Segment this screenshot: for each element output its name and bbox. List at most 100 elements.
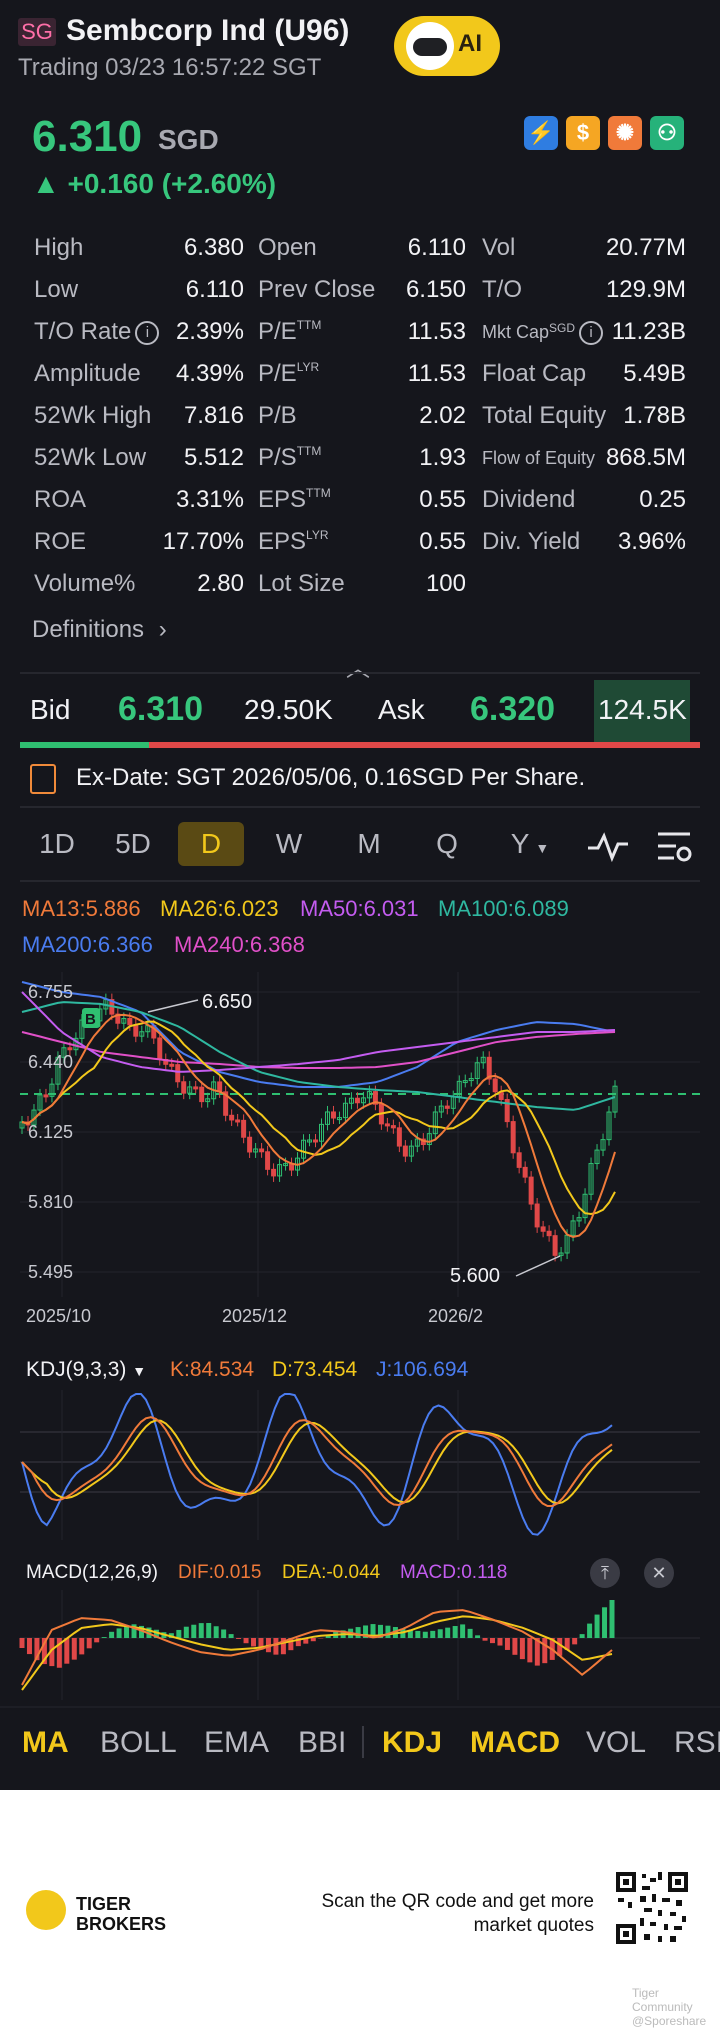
macd-bar xyxy=(243,1638,249,1644)
price-change: ▲ +0.160 (+2.60%) xyxy=(32,168,277,199)
candle-body xyxy=(444,1105,450,1109)
pin-top-icon[interactable]: ⤒ xyxy=(590,1558,620,1588)
stat-label-to-rate[interactable]: T/O Rate i xyxy=(34,318,160,346)
stat-label-ps-ttm: P/STTM xyxy=(258,444,321,472)
candle-body xyxy=(199,1086,205,1103)
candle-body xyxy=(229,1114,235,1121)
indicator-toggle-icon[interactable] xyxy=(586,826,630,871)
stat-value: 1.93 xyxy=(419,444,466,471)
macd-bar xyxy=(542,1638,548,1664)
chevron-right-icon: › xyxy=(158,616,167,643)
qr-code xyxy=(614,1870,690,1946)
ma240-legend: MA240:6.368 xyxy=(174,932,305,957)
candle-body xyxy=(552,1235,558,1256)
ask-price: 6.320 xyxy=(470,690,556,728)
macd-bar xyxy=(527,1638,533,1663)
price-chart[interactable]: 6.755 6.440 6.125 5.810 5.495 2025/10 20… xyxy=(0,972,720,1337)
candle-body xyxy=(265,1151,271,1170)
stat-value: 3.31% xyxy=(175,486,244,513)
stat-value: 17.70% xyxy=(162,528,244,555)
chart-settings-icon[interactable] xyxy=(654,826,694,871)
ma200-legend: MA200:6.366 xyxy=(22,932,153,957)
candle-body xyxy=(43,1094,49,1098)
y-tick: 6.440 xyxy=(28,1052,73,1072)
candle-body xyxy=(522,1166,528,1178)
dividend-chart-icon xyxy=(30,764,56,794)
tab-m[interactable]: M xyxy=(342,822,396,866)
macd-bar xyxy=(437,1629,443,1638)
candle-body xyxy=(330,1111,336,1119)
stat-sup: LYR xyxy=(306,528,329,542)
money-hand-icon[interactable]: ⚇ xyxy=(650,116,684,150)
candle-body xyxy=(390,1125,396,1129)
close-icon[interactable]: ✕ xyxy=(644,1558,674,1588)
macd-bar xyxy=(79,1638,85,1655)
indicator-tab-ema[interactable]: EMA xyxy=(204,1726,269,1760)
market-flag-badge: SG xyxy=(18,18,56,46)
ma50-legend: MA50:6.031 xyxy=(300,896,419,921)
kdj-selector[interactable]: KDJ(9,3,3) ▼ xyxy=(26,1358,146,1382)
ex-date-notice[interactable]: Ex-Date: SGT 2026/05/06, 0.16SGD Per Sha… xyxy=(76,764,585,792)
macd-bar xyxy=(415,1630,421,1638)
ask-label: Ask xyxy=(378,694,425,725)
stat-label: Vol xyxy=(482,234,516,261)
dollar-icon[interactable]: $ xyxy=(566,116,600,150)
trading-status: Trading 03/23 16:57:22 SGT xyxy=(18,54,322,81)
tab-w[interactable]: W xyxy=(262,822,316,866)
candle-body xyxy=(235,1119,241,1123)
macd-bar xyxy=(445,1627,451,1638)
indicator-tab-bbi[interactable]: BBI xyxy=(298,1726,346,1760)
macd-bar xyxy=(452,1626,458,1638)
kdj-chart[interactable] xyxy=(0,1390,720,1545)
kdj-d: D:73.454 xyxy=(272,1358,358,1381)
watermark-handle: @Sporeshare xyxy=(632,2014,707,2028)
tab-y[interactable]: Y ▼ xyxy=(500,822,560,866)
stat-label-mkt-cap[interactable]: Mkt CapSGD i xyxy=(482,321,604,345)
kdj-k: K:84.534 xyxy=(170,1358,255,1381)
macd-bar xyxy=(176,1629,182,1638)
indicator-tab-vol[interactable]: VOL xyxy=(586,1726,646,1760)
macd-bar xyxy=(273,1638,279,1655)
info-icon[interactable]: i xyxy=(135,320,160,345)
definitions-link[interactable]: Definitions › xyxy=(32,616,167,644)
divider xyxy=(20,880,700,882)
level2-icon[interactable]: ⚡ xyxy=(524,116,558,150)
indicator-tab-kdj[interactable]: KDJ xyxy=(382,1726,442,1760)
indicator-tab-macd[interactable]: MACD xyxy=(470,1726,560,1760)
candle-body xyxy=(384,1123,390,1127)
tab-q[interactable]: Q xyxy=(420,822,474,866)
indicator-tab-ma[interactable]: MA xyxy=(22,1726,69,1760)
candle-body xyxy=(271,1168,277,1177)
stat-label: Flow of Equity xyxy=(482,448,596,468)
stat-value: 4.39% xyxy=(175,360,244,387)
bid-price: 6.310 xyxy=(118,690,204,728)
ai-assistant-button[interactable]: AI xyxy=(394,16,500,76)
stat-value: 0.25 xyxy=(639,486,686,513)
stat-label-text: Mkt Cap xyxy=(482,321,550,342)
stat-label-text: P/E xyxy=(258,360,297,387)
brand-line2: BROKERS xyxy=(76,1914,167,1934)
chevron-up-icon[interactable]: ︿ xyxy=(346,648,370,683)
candle-body xyxy=(67,1047,73,1051)
tab-5d[interactable]: 5D xyxy=(106,822,160,866)
candle-body xyxy=(259,1148,265,1153)
stat-label: 52Wk Low xyxy=(34,444,147,471)
macd-chart[interactable] xyxy=(0,1590,720,1705)
share-circle-icon[interactable]: ✺ xyxy=(608,116,642,150)
candle-body xyxy=(540,1226,546,1232)
stat-label: ROA xyxy=(34,486,87,513)
indicator-tab-rsi[interactable]: RSI xyxy=(674,1726,720,1760)
tab-1d[interactable]: 1D xyxy=(30,822,84,866)
macd-bar xyxy=(221,1629,227,1638)
tab-d[interactable]: D xyxy=(178,822,244,866)
dropdown-arrow-icon: ▼ xyxy=(535,840,550,856)
stat-label-eps-ttm: EPSTTM xyxy=(258,486,331,514)
candle-body xyxy=(175,1064,181,1083)
macd-dea: DEA:-0.044 xyxy=(282,1562,381,1583)
macd-bar xyxy=(504,1638,510,1650)
indicator-tab-boll[interactable]: BOLL xyxy=(100,1726,177,1760)
candle-body xyxy=(354,1097,360,1104)
candle-body xyxy=(241,1119,247,1138)
candle-body xyxy=(313,1139,319,1143)
macd-bar xyxy=(191,1624,197,1638)
